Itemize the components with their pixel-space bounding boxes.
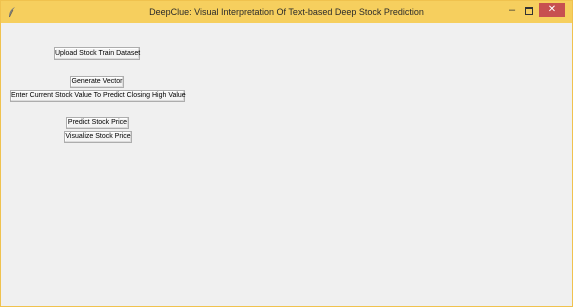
window-title: DeepClue: Visual Interpretation Of Text-… bbox=[149, 7, 424, 17]
maximize-icon[interactable] bbox=[522, 4, 536, 18]
minimize-icon[interactable]: – bbox=[505, 4, 519, 18]
close-icon[interactable]: ✕ bbox=[539, 3, 565, 17]
generate-vector-button[interactable]: Generate Vector bbox=[70, 76, 124, 88]
predict-stock-price-button[interactable]: Predict Stock Price bbox=[66, 117, 129, 129]
enter-stock-value-button[interactable]: Enter Current Stock Value To Predict Clo… bbox=[10, 90, 186, 102]
visualize-stock-price-button[interactable]: Visualize Stock Price bbox=[64, 131, 132, 143]
app-window: DeepClue: Visual Interpretation Of Text-… bbox=[0, 0, 573, 307]
upload-dataset-button[interactable]: Upload Stock Train Dataset bbox=[54, 47, 140, 60]
title-bar[interactable]: DeepClue: Visual Interpretation Of Text-… bbox=[1, 1, 572, 23]
main-panel: Upload Stock Train Dataset Generate Vect… bbox=[1, 23, 572, 306]
